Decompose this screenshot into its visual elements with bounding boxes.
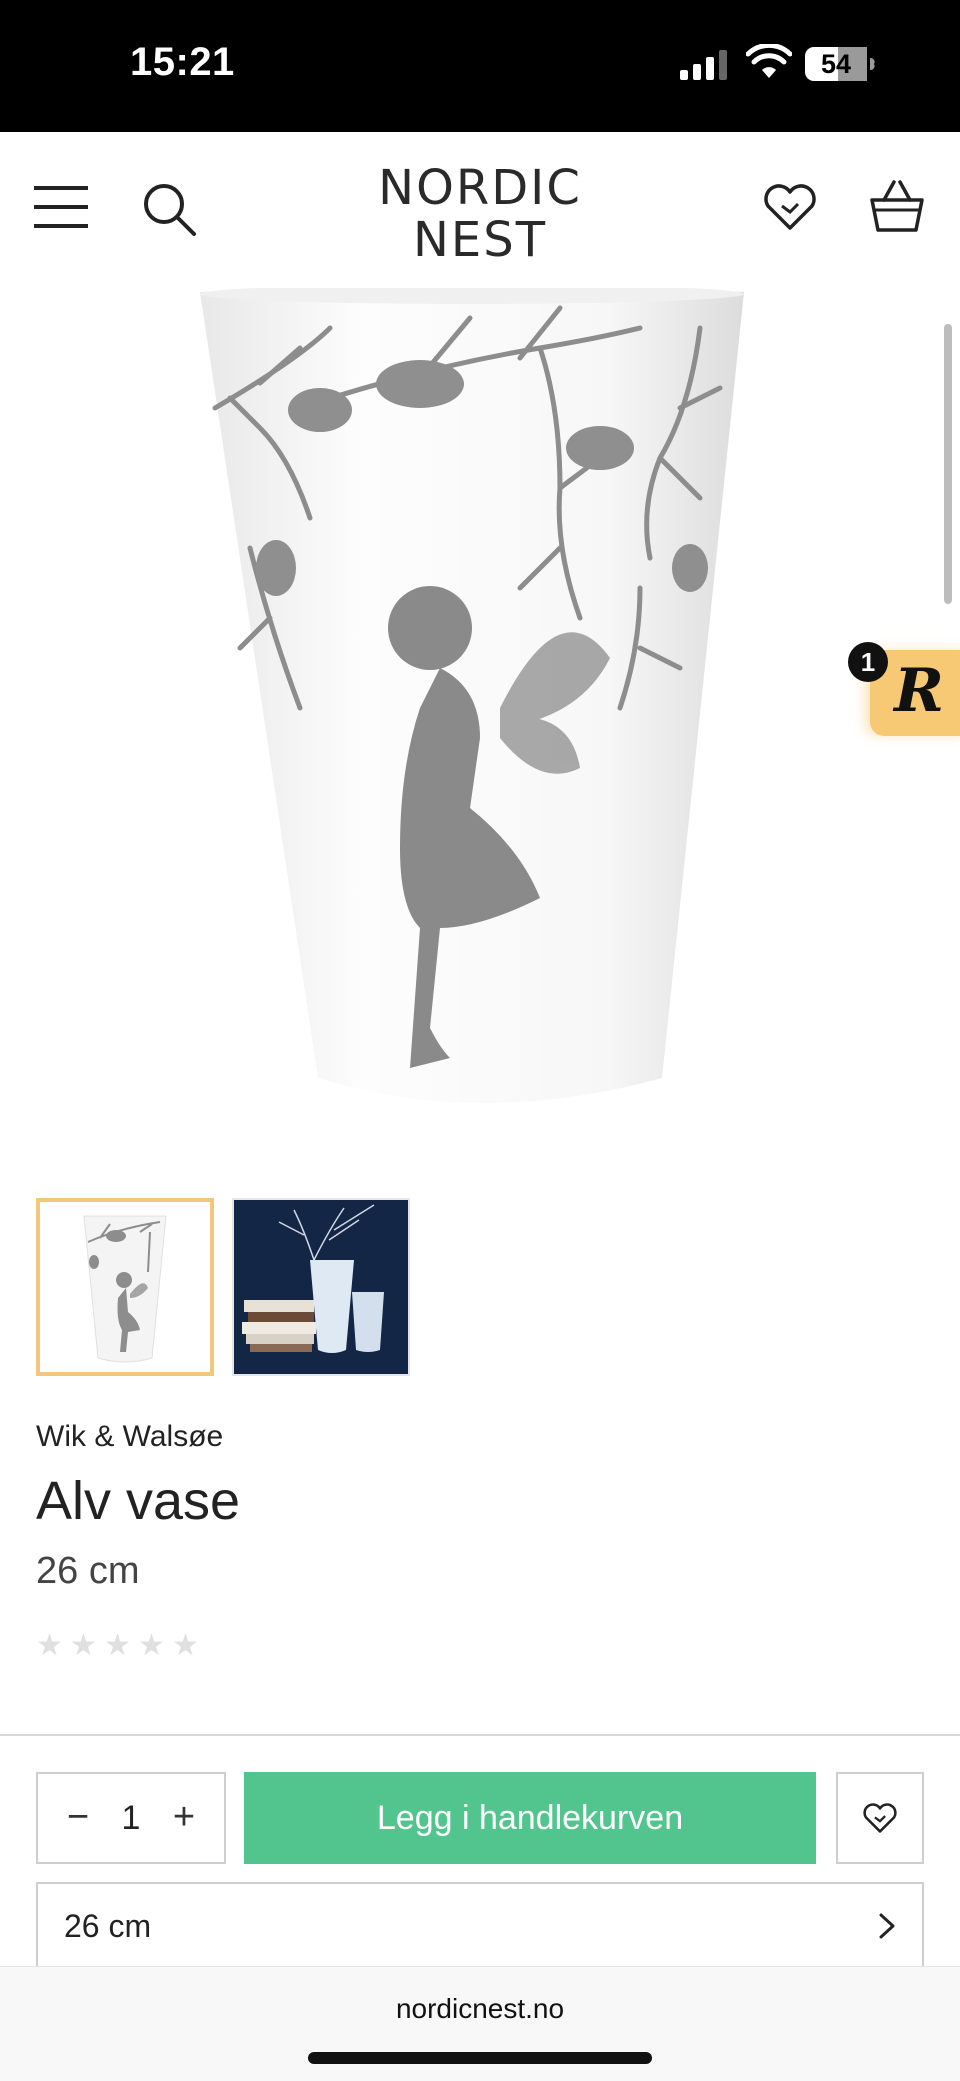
product-brand[interactable]: Wik & Walsøe	[36, 1420, 223, 1454]
logo-line-1: NORDIC	[378, 160, 582, 216]
home-indicator[interactable]	[308, 2052, 652, 2064]
search-icon[interactable]	[140, 180, 198, 238]
rewards-logo-icon: R	[894, 656, 944, 726]
rewards-badge-button[interactable]: R 1	[848, 642, 960, 736]
thumbnail-vase-lifestyle[interactable]	[232, 1198, 410, 1376]
vase-illustration	[200, 284, 744, 1103]
battery-level: 54	[820, 49, 852, 79]
star-icon: ★	[104, 1629, 131, 1662]
address-url[interactable]: nordicnest.no	[0, 1993, 960, 2025]
quantity-value[interactable]: 1	[111, 1799, 151, 1838]
menu-icon[interactable]	[34, 182, 90, 232]
add-to-wishlist-button[interactable]	[836, 1772, 924, 1864]
site-header: NORDIC NEST	[0, 132, 960, 288]
site-logo[interactable]: NORDIC NEST	[360, 162, 600, 266]
product-variant: 26 cm	[36, 1550, 140, 1592]
size-selector[interactable]: 26 cm	[36, 1882, 924, 1968]
star-icon: ★	[70, 1629, 97, 1662]
wifi-icon	[746, 44, 792, 78]
quantity-stepper: − 1 +	[36, 1772, 226, 1864]
thumbnail-vase-white[interactable]	[36, 1198, 214, 1376]
product-image[interactable]	[0, 284, 960, 1138]
chevron-right-icon	[879, 1913, 895, 1939]
star-icon: ★	[172, 1629, 199, 1662]
notification-count-badge: 1	[848, 642, 888, 682]
star-icon: ★	[138, 1629, 165, 1662]
lifestyle-thumbnail-image	[234, 1200, 408, 1374]
rating-stars[interactable]: ★ ★ ★ ★ ★	[36, 1629, 200, 1662]
heart-icon	[863, 1803, 897, 1833]
decrease-quantity-button[interactable]: −	[60, 1798, 96, 1836]
star-icon: ★	[36, 1629, 63, 1662]
product-title: Alv vase	[36, 1471, 241, 1531]
size-selector-value: 26 cm	[64, 1907, 152, 1944]
scrollbar[interactable]	[944, 324, 952, 604]
divider	[0, 1734, 960, 1736]
basket-icon[interactable]	[868, 178, 926, 234]
status-time: 15:21	[130, 40, 235, 84]
add-to-cart-button[interactable]: Legg i handlekurven	[244, 1772, 816, 1864]
cellular-signal-icon	[680, 50, 727, 80]
logo-line-2: NEST	[412, 212, 548, 268]
battery-icon: 54	[804, 46, 876, 82]
vase-thumbnail-image	[83, 1215, 167, 1363]
status-bar: 15:21 54	[0, 0, 960, 132]
increase-quantity-button[interactable]: +	[166, 1798, 202, 1836]
heart-icon[interactable]	[762, 182, 818, 232]
